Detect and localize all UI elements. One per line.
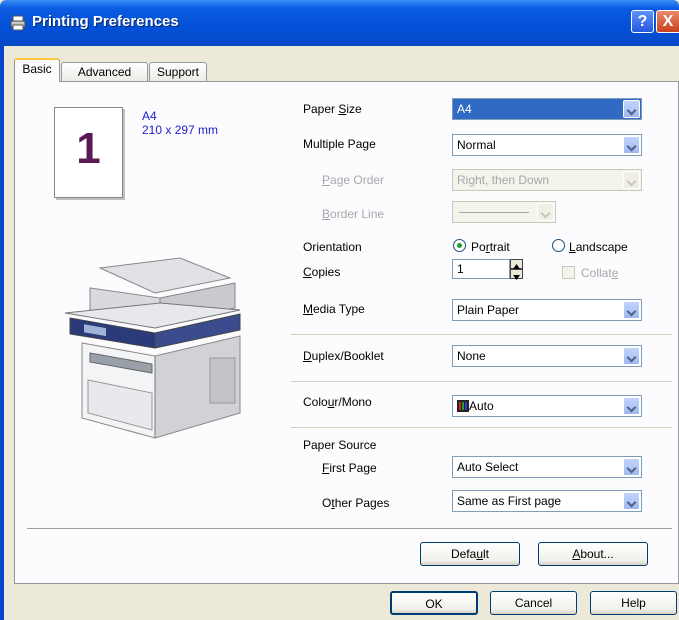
first-page-label: First Page	[322, 461, 377, 475]
first-page-select[interactable]: Auto Select	[452, 456, 642, 478]
paper-dimensions: 210 x 297 mm	[142, 123, 219, 137]
multiple-page-label: Multiple Page	[303, 137, 376, 151]
orientation-label: Orientation	[303, 240, 362, 254]
help-title-button[interactable]: ?	[631, 10, 654, 33]
border-line-select[interactable]	[452, 201, 556, 223]
colour-icon	[457, 400, 469, 412]
media-type-label: Media Type	[303, 302, 365, 316]
collate-label[interactable]: Collate	[581, 266, 618, 280]
copies-down-button[interactable]	[510, 269, 523, 280]
close-button[interactable]: X	[656, 10, 679, 33]
paper-source-label: Paper Source	[303, 438, 377, 452]
page-order-label: Page Order	[322, 173, 385, 187]
chevron-down-icon[interactable]	[623, 458, 640, 476]
chevron-down-icon[interactable]	[623, 100, 640, 118]
chevron-down-icon[interactable]	[623, 301, 640, 319]
duplex-booklet-label: Duplex/Booklet	[303, 349, 384, 363]
media-type-select[interactable]: Plain Paper	[452, 299, 642, 321]
divider	[291, 334, 672, 335]
copies-label: Copies	[303, 265, 341, 279]
chevron-down-icon[interactable]	[623, 397, 640, 415]
chevron-down-icon[interactable]	[537, 203, 554, 221]
landscape-radio[interactable]	[552, 239, 565, 252]
paper-preview: 1	[54, 107, 123, 198]
divider	[291, 427, 672, 428]
default-button[interactable]: Default	[420, 542, 520, 566]
arrow-down-icon	[513, 275, 520, 280]
window-title: Printing Preferences	[32, 13, 179, 30]
portrait-radio[interactable]	[453, 239, 466, 252]
panel-divider	[27, 528, 672, 530]
help-button[interactable]: Help	[590, 591, 677, 615]
duplex-booklet-select[interactable]: None	[452, 345, 642, 367]
window-frame	[0, 46, 4, 620]
multiple-page-select[interactable]: Normal	[452, 134, 642, 156]
chevron-down-icon[interactable]	[623, 171, 640, 189]
title-bar[interactable]: Printing Preferences ? X	[0, 0, 679, 46]
printer-illustration	[64, 257, 241, 439]
colour-mono-label: Colour/Mono	[303, 395, 372, 409]
printer-icon	[10, 15, 26, 31]
chevron-down-icon[interactable]	[623, 136, 640, 154]
other-pages-select[interactable]: Same as First page	[452, 490, 642, 512]
border-line-label: Border Line	[322, 207, 385, 221]
cancel-button[interactable]: Cancel	[490, 591, 577, 615]
printing-preferences-dialog: Printing Preferences ? X Basic Advanced …	[0, 0, 679, 620]
collate-checkbox[interactable]	[562, 266, 575, 279]
chevron-down-icon[interactable]	[623, 347, 640, 365]
copies-up-button[interactable]	[510, 259, 523, 269]
landscape-label[interactable]: Landscape	[569, 240, 628, 254]
portrait-label[interactable]: Portrait	[471, 240, 510, 254]
page-number: 1	[76, 124, 101, 173]
copies-input[interactable]: 1	[452, 259, 510, 279]
tab-advanced[interactable]: Advanced	[61, 62, 148, 81]
divider	[291, 381, 672, 382]
other-pages-label: Other Pages	[322, 496, 390, 510]
page-order-select[interactable]: Right, then Down	[452, 169, 642, 191]
paper-name: A4	[142, 109, 157, 123]
tab-support[interactable]: Support	[149, 62, 207, 81]
about-button[interactable]: About...	[538, 542, 648, 566]
paper-size-label: Paper Size	[303, 102, 362, 116]
line-style-preview	[459, 212, 529, 213]
chevron-down-icon[interactable]	[623, 492, 640, 510]
colour-mono-select[interactable]: Auto	[452, 395, 642, 417]
ok-button[interactable]: OK	[390, 591, 478, 615]
paper-size-select[interactable]: A4	[452, 98, 642, 120]
tab-basic[interactable]: Basic	[14, 58, 60, 82]
